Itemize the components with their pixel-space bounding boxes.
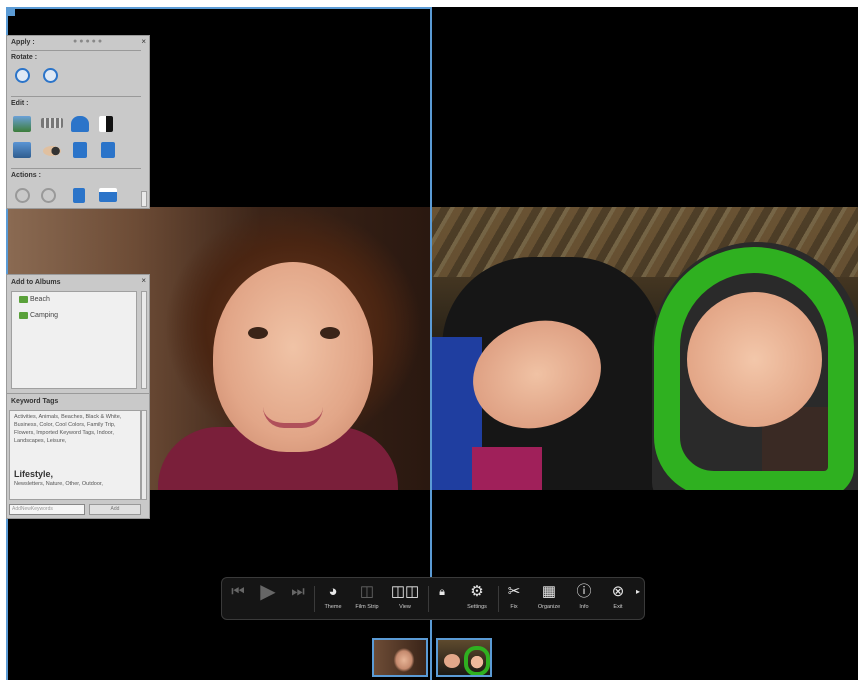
rotate-right-icon[interactable]: [43, 68, 58, 83]
lock-icon: 🔒︎: [439, 586, 445, 598]
divider: [11, 168, 141, 169]
crop-icon[interactable]: [13, 142, 31, 158]
redo-icon[interactable]: [41, 188, 56, 203]
toolbar-separator: [314, 586, 315, 612]
red-eye-icon[interactable]: [43, 146, 61, 156]
film-strip-button[interactable]: ◫ Film Strip: [352, 582, 382, 610]
album-icon: [19, 312, 28, 319]
theme-icon: ◕: [328, 583, 338, 600]
edit-full-icon[interactable]: [101, 142, 115, 158]
keyword-tags-text[interactable]: Activities, Animals, Beaches, Black & Wh…: [14, 413, 134, 445]
play-icon: ▶: [260, 581, 276, 603]
fix-label: Fix: [510, 604, 518, 610]
auto-fix-icon[interactable]: [13, 116, 31, 132]
previous-icon: ⏮: [231, 583, 245, 600]
toolbar-separator: [498, 586, 499, 612]
view-icon: ◫◫: [390, 583, 420, 600]
toolbar-more-button[interactable]: ▸: [634, 582, 642, 602]
trash-icon[interactable]: [73, 188, 85, 203]
next-icon: ⏭: [291, 583, 305, 600]
filmstrip-thumbnail-1[interactable]: [372, 638, 428, 677]
undo-icon[interactable]: [15, 188, 30, 203]
right-edge: [858, 0, 862, 690]
close-icon[interactable]: ×: [141, 37, 146, 46]
album-item-label: Camping: [30, 312, 59, 319]
print-icon[interactable]: [99, 188, 117, 202]
view-label: View: [399, 604, 411, 610]
theme-label: Theme: [324, 604, 342, 610]
new-keyword-input[interactable]: AddNewKeywords: [9, 504, 85, 515]
play-button[interactable]: ▶: [256, 582, 280, 602]
apply-panel: Apply : ●●●●● × Rotate : Edit : Actions …: [6, 35, 150, 209]
album-item-camping[interactable]: Camping: [19, 312, 59, 319]
fix-button[interactable]: ✂ Fix: [502, 582, 526, 610]
thumbnail-detail: [444, 654, 460, 668]
divider: [11, 50, 141, 51]
view-button[interactable]: ◫◫ View: [388, 582, 422, 610]
settings-button[interactable]: ⚙ Settings: [460, 582, 494, 610]
toolbar-separator: [428, 586, 429, 612]
close-icon[interactable]: ×: [141, 276, 146, 285]
fix-tool-icon: ✂: [507, 583, 521, 600]
divider: [11, 96, 141, 97]
levels-icon[interactable]: [41, 118, 63, 128]
organize-button[interactable]: ▦ Organize: [530, 582, 568, 610]
info-label: Info: [579, 604, 589, 610]
black-white-icon[interactable]: [99, 116, 113, 132]
organize-label: Organize: [537, 604, 561, 610]
photo-detail: [687, 292, 822, 427]
panel-scrollbar[interactable]: [141, 191, 147, 207]
photo-detail: [472, 447, 542, 490]
exit-button[interactable]: ⊗ Exit: [606, 582, 630, 610]
rotate-left-icon[interactable]: [15, 68, 30, 83]
info-icon: ⓘ: [576, 583, 592, 600]
film-strip-label: Film Strip: [355, 604, 379, 610]
chevron-right-icon: ▸: [635, 587, 640, 596]
edit-photoshop-icon[interactable]: [73, 142, 87, 158]
keyword-panel-title: Keyword Tags: [11, 398, 59, 405]
previous-button[interactable]: ⏮: [228, 582, 248, 602]
theme-button[interactable]: ◕ Theme: [318, 582, 348, 610]
album-icon: [19, 296, 28, 303]
keyword-tags-panel: Keyword Tags Activities, Animals, Beache…: [6, 393, 150, 519]
photo-girls-sleeping-bags[interactable]: [432, 207, 858, 490]
thumbnail-detail: [464, 646, 490, 675]
left-edge: [0, 0, 6, 690]
album-item-label: Beach: [30, 296, 50, 303]
keyword-tags-tail[interactable]: Newsletters, Nature, Other, Outdoor,: [14, 480, 134, 488]
next-button[interactable]: ⏭: [288, 582, 308, 602]
filmstrip-thumbnail-2[interactable]: [436, 638, 492, 677]
exit-label: Exit: [613, 604, 623, 610]
keyword-list: Activities, Animals, Beaches, Black & Wh…: [9, 410, 141, 500]
keyword-scrollbar[interactable]: [141, 410, 147, 500]
albums-list: Beach Camping: [11, 291, 137, 389]
apply-panel-title: Apply :: [11, 39, 35, 46]
organize-grid-icon: ▦: [541, 583, 557, 600]
album-item-beach[interactable]: Beach: [19, 296, 50, 303]
edit-label: Edit :: [11, 100, 29, 107]
add-keyword-button[interactable]: Add: [89, 504, 141, 515]
film-strip-icon: ◫: [359, 583, 375, 600]
actions-label: Actions :: [11, 172, 41, 179]
rotate-label: Rotate :: [11, 54, 38, 61]
selection-handle[interactable]: [6, 7, 15, 16]
albums-scrollbar[interactable]: [141, 291, 147, 389]
close-circle-icon: ⊗: [611, 583, 625, 600]
keyword-tag-emphasis[interactable]: Lifestyle,: [14, 469, 64, 479]
color-icon[interactable]: [71, 116, 89, 132]
info-button[interactable]: ⓘ Info: [572, 582, 596, 610]
slideshow-toolbar: ⏮ ▶ ⏭ ◕ Theme ◫ Film Strip ◫◫ View 🔒︎ ⚙ Sett…: [221, 577, 645, 620]
gear-icon: ⚙: [470, 583, 484, 600]
settings-label: Settings: [467, 604, 487, 610]
rating-dots[interactable]: ●●●●●: [73, 38, 104, 45]
albums-panel-title: Add to Albums: [11, 279, 61, 286]
top-edge: [0, 0, 862, 7]
albums-panel: Add to Albums × Beach Camping: [6, 274, 150, 394]
bottom-edge: [0, 680, 862, 690]
lock-button[interactable]: 🔒︎: [432, 582, 452, 602]
